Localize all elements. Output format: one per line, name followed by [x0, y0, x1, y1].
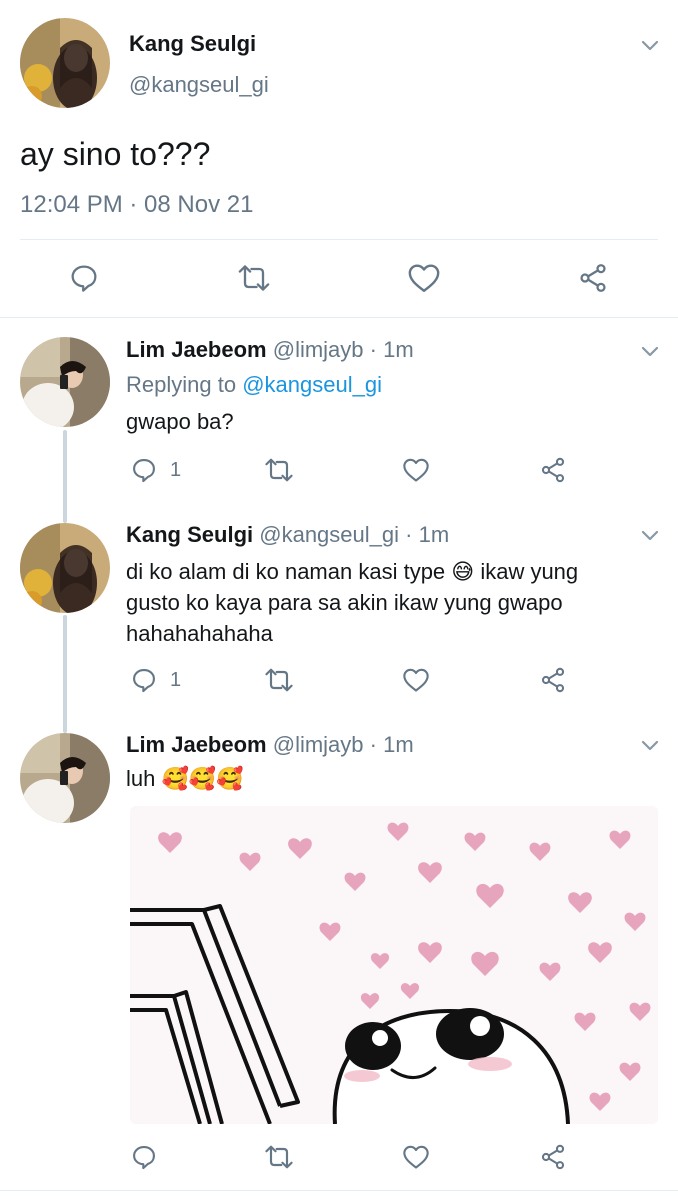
reply-icon	[130, 666, 158, 694]
retweet-button[interactable]	[263, 1143, 295, 1171]
replying-to-label: Replying to	[126, 372, 237, 397]
reply-text-line: gusto ko kaya para sa akin ikaw yung gwa…	[126, 590, 563, 615]
reply-button[interactable]	[68, 262, 100, 294]
divider	[20, 239, 658, 240]
reply-text-line: di ko alam di ko naman kasi type 😅 ikaw …	[126, 559, 579, 584]
like-icon	[402, 666, 430, 694]
chevron-down-icon[interactable]	[640, 528, 660, 542]
share-icon	[539, 1143, 567, 1171]
user-handle[interactable]: @kangseul_gi	[129, 72, 269, 98]
thread-line	[63, 615, 67, 733]
chevron-down-icon[interactable]	[640, 738, 660, 752]
display-name[interactable]: Kang Seulgi	[126, 522, 253, 547]
display-name[interactable]: Kang Seulgi	[129, 31, 256, 57]
retweet-icon	[236, 262, 272, 294]
avatar-kang-seulgi[interactable]	[20, 18, 110, 108]
share-button[interactable]	[539, 456, 567, 484]
tweet-time: · 1m	[369, 337, 414, 362]
retweet-button[interactable]	[236, 262, 272, 294]
reply-count: 1	[170, 668, 182, 691]
share-icon	[539, 666, 567, 694]
retweet-icon	[263, 666, 295, 694]
user-handle[interactable]: @limjayb	[273, 337, 364, 362]
share-icon	[539, 456, 567, 484]
meme-illustration	[130, 806, 658, 1124]
display-name[interactable]: Lim Jaebeom	[126, 732, 267, 757]
user-handle[interactable]: @limjayb	[273, 732, 364, 757]
tweet-text: ay sino to???	[20, 136, 211, 172]
display-name[interactable]: Lim Jaebeom	[126, 337, 267, 362]
attached-image[interactable]	[130, 806, 658, 1124]
tweet-time: · 1m	[369, 732, 414, 757]
reply-text-line: hahahahahaha	[126, 621, 273, 646]
tweet-timestamp: 12:04 PM · 08 Nov 21	[20, 191, 254, 218]
like-icon	[402, 456, 430, 484]
like-button[interactable]	[402, 456, 430, 484]
avatar-kang-seulgi[interactable]	[20, 523, 110, 613]
reply-text: luh 🥰🥰🥰	[126, 766, 244, 791]
like-button[interactable]	[402, 666, 430, 694]
reply-icon	[130, 456, 158, 484]
retweet-icon	[263, 456, 295, 484]
reply-icon	[68, 262, 100, 294]
reply-count: 1	[170, 458, 182, 481]
share-button[interactable]	[539, 1143, 567, 1171]
retweet-button[interactable]	[263, 666, 295, 694]
share-icon	[577, 262, 609, 294]
share-button[interactable]	[539, 666, 567, 694]
divider	[0, 317, 678, 318]
tweet-time: · 1m	[405, 522, 450, 547]
like-icon	[402, 1143, 430, 1171]
reply-button[interactable]	[130, 1143, 170, 1171]
retweet-icon	[263, 1143, 295, 1171]
divider	[0, 1190, 678, 1191]
like-button[interactable]	[407, 262, 441, 294]
share-button[interactable]	[577, 262, 609, 294]
chevron-down-icon[interactable]	[640, 38, 660, 52]
thread-line	[63, 430, 67, 523]
user-handle[interactable]: @kangseul_gi	[259, 522, 399, 547]
retweet-button[interactable]	[263, 456, 295, 484]
avatar-lim-jaebeom[interactable]	[20, 337, 110, 427]
reply-icon	[130, 1143, 158, 1171]
reply-text: di ko alam di ko naman kasi type 😅 ikaw …	[126, 556, 578, 649]
replying-to-link[interactable]: @kangseul_gi	[242, 372, 382, 397]
reply-button[interactable]: 1	[130, 666, 181, 694]
reply-text: gwapo ba?	[126, 409, 234, 434]
like-button[interactable]	[402, 1143, 430, 1171]
avatar-lim-jaebeom[interactable]	[20, 733, 110, 823]
chevron-down-icon[interactable]	[640, 344, 660, 358]
like-icon	[407, 262, 441, 294]
reply-button[interactable]: 1	[130, 456, 181, 484]
